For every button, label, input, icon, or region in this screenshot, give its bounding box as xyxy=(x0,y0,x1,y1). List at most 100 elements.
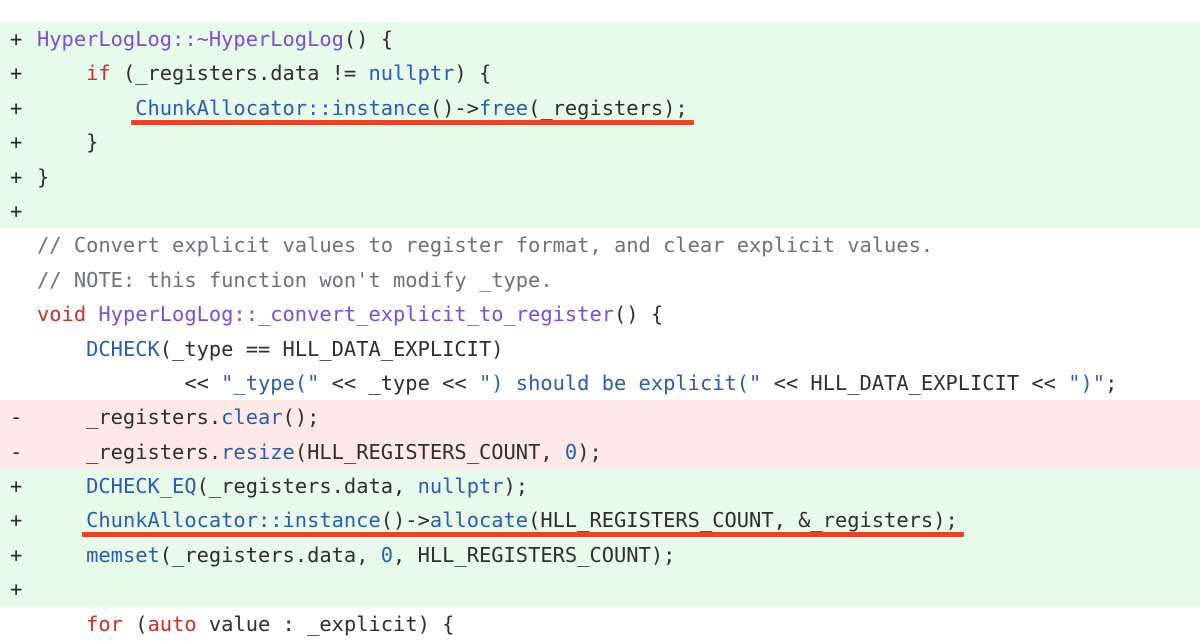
code-text: if (_registers.data != nullptr) { xyxy=(37,56,491,90)
diff-line-added: + xyxy=(0,193,1200,229)
code-token-comment: // NOTE: this function won't modify _typ… xyxy=(37,267,553,292)
code-token-func: ChunkAllocator::instance xyxy=(86,508,381,533)
added-marker: + xyxy=(10,577,23,602)
diff-line-context: for (auto value : _explicit) { xyxy=(0,606,1200,641)
diff-line-added: + ChunkAllocator::instance()->free(_regi… xyxy=(0,90,1200,126)
code-token-func: allocate xyxy=(429,508,529,533)
removed-marker: - xyxy=(10,405,23,430)
code-text: } xyxy=(37,160,49,194)
code-token-func: ChunkAllocator::instance xyxy=(135,95,430,120)
added-marker: + xyxy=(10,474,23,499)
code-text: DCHECK(_type == HLL_DATA_EXPLICIT) xyxy=(37,332,504,366)
diff-line-added: +} xyxy=(0,159,1200,194)
code-token-plain: ()-> xyxy=(429,95,479,120)
code-text: HyperLogLog::~HyperLogLog() { xyxy=(37,22,393,56)
diff-line-added: + ChunkAllocator::instance()->allocate(H… xyxy=(0,503,1200,538)
diff-line-context: DCHECK(_type == HLL_DATA_EXPLICIT) xyxy=(0,331,1200,366)
code-token-func: nullptr xyxy=(417,474,504,499)
code-token-plain: ) { xyxy=(454,61,492,86)
diff-line-removed: - _registers.clear(); xyxy=(0,400,1200,435)
code-token-plain: ( xyxy=(122,611,148,636)
code-text: memset(_registers.data, 0, HLL_REGISTERS… xyxy=(37,538,675,572)
code-token-plain: (HLL_REGISTERS_COUNT, &_registers); xyxy=(528,508,958,533)
code-token-number: 0 xyxy=(564,439,578,464)
code-token-func: clear xyxy=(221,405,283,430)
code-token-plain: << xyxy=(37,370,222,395)
diff-line-context: void HyperLogLog::_convert_explicit_to_r… xyxy=(0,297,1200,332)
code-token-func: memset xyxy=(86,542,160,567)
code-text: void HyperLogLog::_convert_explicit_to_r… xyxy=(37,297,663,331)
code-text: // NOTE: this function won't modify _typ… xyxy=(37,263,553,297)
code-token-plain: , HLL_REGISTERS_COUNT); xyxy=(393,542,676,567)
code-text: << "_type(" << _type << ") should be exp… xyxy=(37,366,1117,400)
diff-line-added: + } xyxy=(0,125,1200,160)
code-token-plain: _registers. xyxy=(37,439,222,464)
code-token-keyword: if xyxy=(86,61,111,86)
diff-line-added: + xyxy=(0,572,1200,607)
diff-line-context: // NOTE: this function won't modify _typ… xyxy=(0,262,1200,298)
added-marker: + xyxy=(10,508,23,533)
diff-line-context: << "_type(" << _type << ") should be exp… xyxy=(0,365,1200,401)
code-token-plain: (_registers); xyxy=(528,95,688,120)
added-marker: + xyxy=(10,27,23,51)
code-text: } xyxy=(37,125,98,159)
code-token-func: DCHECK_EQ xyxy=(86,474,197,499)
code-text: for (auto value : _explicit) { xyxy=(37,607,454,641)
diff-line-context: // Convert explicit values to register f… xyxy=(0,228,1200,263)
code-token-keyword: auto xyxy=(147,611,197,636)
code-token-comment: // Convert explicit values to register f… xyxy=(37,233,934,258)
code-token-plain: ); xyxy=(577,439,602,464)
code-token-plain: (HLL_REGISTERS_COUNT, xyxy=(294,439,565,464)
code-token-string: "_type(" xyxy=(221,370,320,395)
code-token-plain: << HLL_DATA_EXPLICIT << xyxy=(761,370,1069,395)
added-marker: + xyxy=(10,95,23,120)
code-token-plain: } xyxy=(37,130,99,155)
code-token-plain: << _type << xyxy=(319,370,479,395)
code-token-plain: value : _explicit) { xyxy=(196,611,455,636)
diff-line-added: + HyperLogLog::~HyperLogLog() { xyxy=(0,22,1200,57)
added-marker: + xyxy=(10,164,23,189)
code-token-func: resize xyxy=(221,439,295,464)
highlight-underline xyxy=(82,532,965,538)
code-token-plain: () { xyxy=(343,27,394,51)
code-token-plain: () { xyxy=(614,302,664,327)
code-token-keyword: for xyxy=(86,611,123,636)
added-marker: + xyxy=(10,130,23,155)
code-token-plain: } xyxy=(37,164,50,189)
diff-line-added: + DCHECK_EQ(_registers.data, nullptr); xyxy=(0,469,1200,504)
added-marker: + xyxy=(10,198,23,223)
highlight-underline xyxy=(131,119,694,125)
code-text: // Convert explicit values to register f… xyxy=(37,228,933,262)
code-token-plain: ); xyxy=(503,474,529,499)
code-token-plain: (_type == HLL_DATA_EXPLICIT) xyxy=(159,336,504,361)
added-marker: + xyxy=(10,61,23,86)
code-token-plain: (_registers.data, xyxy=(159,542,381,567)
code-token-string: ")" xyxy=(1068,370,1106,395)
code-token-plain: (_registers.data != xyxy=(110,61,369,86)
code-token-plain: (); xyxy=(282,405,320,430)
code-text: _registers.clear(); xyxy=(37,400,319,434)
code-token-keyword: void xyxy=(37,302,87,327)
code-token-type: HyperLogLog::~HyperLogLog xyxy=(37,27,344,51)
code-token-plain: _registers. xyxy=(37,405,222,430)
code-token-number: 0 xyxy=(380,542,394,567)
code-diff-view: + HyperLogLog::~HyperLogLog() {+ if (_reg… xyxy=(0,22,1200,641)
removed-marker: - xyxy=(10,439,23,464)
added-marker: + xyxy=(10,542,23,567)
code-token-func: nullptr xyxy=(368,61,455,86)
diff-line-added: + memset(_registers.data, 0, HLL_REGISTE… xyxy=(0,537,1200,573)
code-token-func: DCHECK xyxy=(86,336,160,361)
code-token-plain: ; xyxy=(1105,370,1118,395)
code-token-plain: (_registers.data, xyxy=(196,474,418,499)
diff-line-removed: - _registers.resize(HLL_REGISTERS_COUNT,… xyxy=(0,434,1200,470)
code-token-string: ") should be explicit(" xyxy=(478,370,762,395)
code-text: _registers.resize(HLL_REGISTERS_COUNT, 0… xyxy=(37,435,602,469)
